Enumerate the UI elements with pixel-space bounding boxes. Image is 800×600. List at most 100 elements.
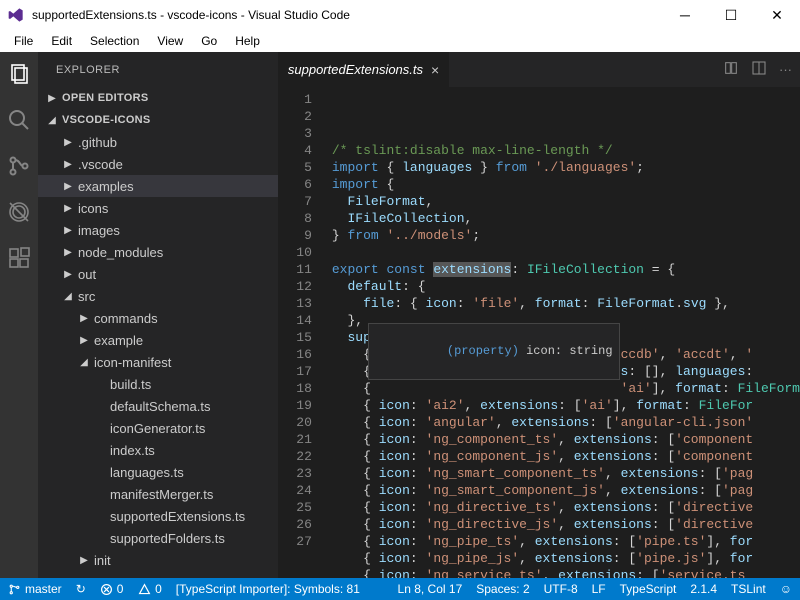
line-number: 10 <box>278 244 312 261</box>
file-build-ts[interactable]: build.ts <box>38 373 278 395</box>
folder-node_modules[interactable]: ▶node_modules <box>38 241 278 263</box>
code-line: /* tslint:disable max-line-length */ <box>332 142 800 159</box>
view-actions-icon[interactable] <box>723 60 739 79</box>
folder-init[interactable]: ▶init <box>38 549 278 571</box>
activity-bar <box>0 52 38 578</box>
line-number: 22 <box>278 448 312 465</box>
status-eol[interactable]: LF <box>592 582 606 596</box>
tree-item-label: examples <box>78 179 134 194</box>
file-supportedFolders-ts[interactable]: supportedFolders.ts <box>38 527 278 549</box>
menu-view[interactable]: View <box>149 32 191 50</box>
menu-go[interactable]: Go <box>193 32 225 50</box>
menu-help[interactable]: Help <box>227 32 268 50</box>
file-iconGenerator-ts[interactable]: iconGenerator.ts <box>38 417 278 439</box>
file-manifestMerger-ts[interactable]: manifestMerger.ts <box>38 483 278 505</box>
menu-selection[interactable]: Selection <box>82 32 147 50</box>
line-number: 19 <box>278 397 312 414</box>
status-cursor[interactable]: Ln 8, Col 17 <box>398 582 463 596</box>
tree-item-label: build.ts <box>110 377 151 392</box>
code-line: { 'ai'], format: FileForm <box>332 380 800 397</box>
folder-src[interactable]: ◢src <box>38 285 278 307</box>
code-line: } from '../models'; <box>332 227 800 244</box>
line-number: 1 <box>278 91 312 108</box>
section-open-editors[interactable]: ▶ OPEN EDITORS <box>38 87 278 109</box>
line-number: 24 <box>278 482 312 499</box>
status-lint[interactable]: TSLint <box>731 582 766 596</box>
tree-item-label: icons <box>78 201 108 216</box>
line-number: 27 <box>278 533 312 550</box>
status-sync[interactable]: ↻ <box>76 582 86 596</box>
explorer-sidebar: EXPLORER ▶ OPEN EDITORS ◢ VSCODE-ICONS ▶… <box>38 52 278 578</box>
extensions-icon[interactable] <box>5 244 33 272</box>
close-tab-icon[interactable]: × <box>431 62 439 78</box>
chevron-right-icon: ▶ <box>62 269 74 280</box>
tree-item-label: example <box>94 333 143 348</box>
file-index-ts[interactable]: index.ts <box>38 439 278 461</box>
folder-icons[interactable]: ▶icons <box>38 197 278 219</box>
editor-area: supportedExtensions.ts × ··· 12345678910… <box>278 52 800 578</box>
hover-tooltip: (property) icon: string <box>368 323 620 380</box>
minimize-button[interactable]: ─ <box>662 0 708 30</box>
menu-edit[interactable]: Edit <box>43 32 80 50</box>
chevron-right-icon: ▶ <box>62 159 74 170</box>
menu-file[interactable]: File <box>6 32 41 50</box>
close-button[interactable]: ✕ <box>754 0 800 30</box>
line-number: 12 <box>278 278 312 295</box>
window-titlebar: supportedExtensions.ts - vscode-icons - … <box>0 0 800 30</box>
debug-icon[interactable] <box>5 198 33 226</box>
folder-images[interactable]: ▶images <box>38 219 278 241</box>
folder-out[interactable]: ▶out <box>38 263 278 285</box>
status-branch[interactable]: master <box>8 582 62 596</box>
folder-commands[interactable]: ▶commands <box>38 307 278 329</box>
tree-item-label: defaultSchema.ts <box>110 399 210 414</box>
source-control-icon[interactable] <box>5 152 33 180</box>
maximize-button[interactable]: ☐ <box>708 0 754 30</box>
chevron-right-icon: ▶ <box>62 137 74 148</box>
line-number: 5 <box>278 159 312 176</box>
code-line: { icon: 'ng_pipe_ts', extensions: ['pipe… <box>332 533 800 550</box>
code-line: import { languages } from './languages'; <box>332 159 800 176</box>
file-supportedExtensions-ts[interactable]: supportedExtensions.ts <box>38 505 278 527</box>
folder-example[interactable]: ▶ example <box>38 329 278 351</box>
line-number: 7 <box>278 193 312 210</box>
more-actions-icon[interactable]: ··· <box>779 62 792 77</box>
line-number: 11 <box>278 261 312 278</box>
line-number: 21 <box>278 431 312 448</box>
folder--vscode[interactable]: ▶.vscode <box>38 153 278 175</box>
line-number: 15 <box>278 329 312 346</box>
section-project[interactable]: ◢ VSCODE-ICONS <box>38 109 278 131</box>
line-number: 2 <box>278 108 312 125</box>
tree-item-label: .github <box>78 135 117 150</box>
folder-examples[interactable]: ▶examples <box>38 175 278 197</box>
folder--github[interactable]: ▶ .github <box>38 131 278 153</box>
code-line: { icon: 'ng_component_js', extensions: [… <box>332 448 800 465</box>
status-version[interactable]: 2.1.4 <box>690 582 717 596</box>
code-line: { icon: 'angular', extensions: ['angular… <box>332 414 800 431</box>
status-errors[interactable]: 0 0 <box>100 582 162 596</box>
tab-supported-extensions[interactable]: supportedExtensions.ts × <box>278 52 449 87</box>
file-languages-ts[interactable]: languages.ts <box>38 461 278 483</box>
line-number: 9 <box>278 227 312 244</box>
tree-item-label: manifestMerger.ts <box>110 487 213 502</box>
vscode-logo-icon <box>8 7 24 23</box>
status-importer[interactable]: [TypeScript Importer]: Symbols: 81 <box>176 582 360 596</box>
code-line: { icon: 'ng_pipe_js', extensions: ['pipe… <box>332 550 800 567</box>
chevron-right-icon: ▶ <box>78 335 90 346</box>
status-language[interactable]: TypeScript <box>620 582 677 596</box>
code-line: { icon: 'ng_directive_js', extensions: [… <box>332 516 800 533</box>
tree-item-label: init <box>94 553 111 568</box>
split-editor-icon[interactable] <box>751 60 767 79</box>
status-spaces[interactable]: Spaces: 2 <box>476 582 529 596</box>
file-defaultSchema-ts[interactable]: defaultSchema.ts <box>38 395 278 417</box>
search-icon[interactable] <box>5 106 33 134</box>
explorer-icon[interactable] <box>5 60 33 88</box>
tree-item-label: icon-manifest <box>94 355 171 370</box>
line-number: 3 <box>278 125 312 142</box>
status-feedback[interactable]: ☺ <box>780 582 792 596</box>
line-number: 4 <box>278 142 312 159</box>
line-number: 26 <box>278 516 312 533</box>
folder-icon-manifest[interactable]: ◢icon-manifest <box>38 351 278 373</box>
status-encoding[interactable]: UTF-8 <box>544 582 578 596</box>
code-editor[interactable]: 1234567891011121314151617181920212223242… <box>278 87 800 578</box>
code-line: { icon: 'ng_directive_ts', extensions: [… <box>332 499 800 516</box>
